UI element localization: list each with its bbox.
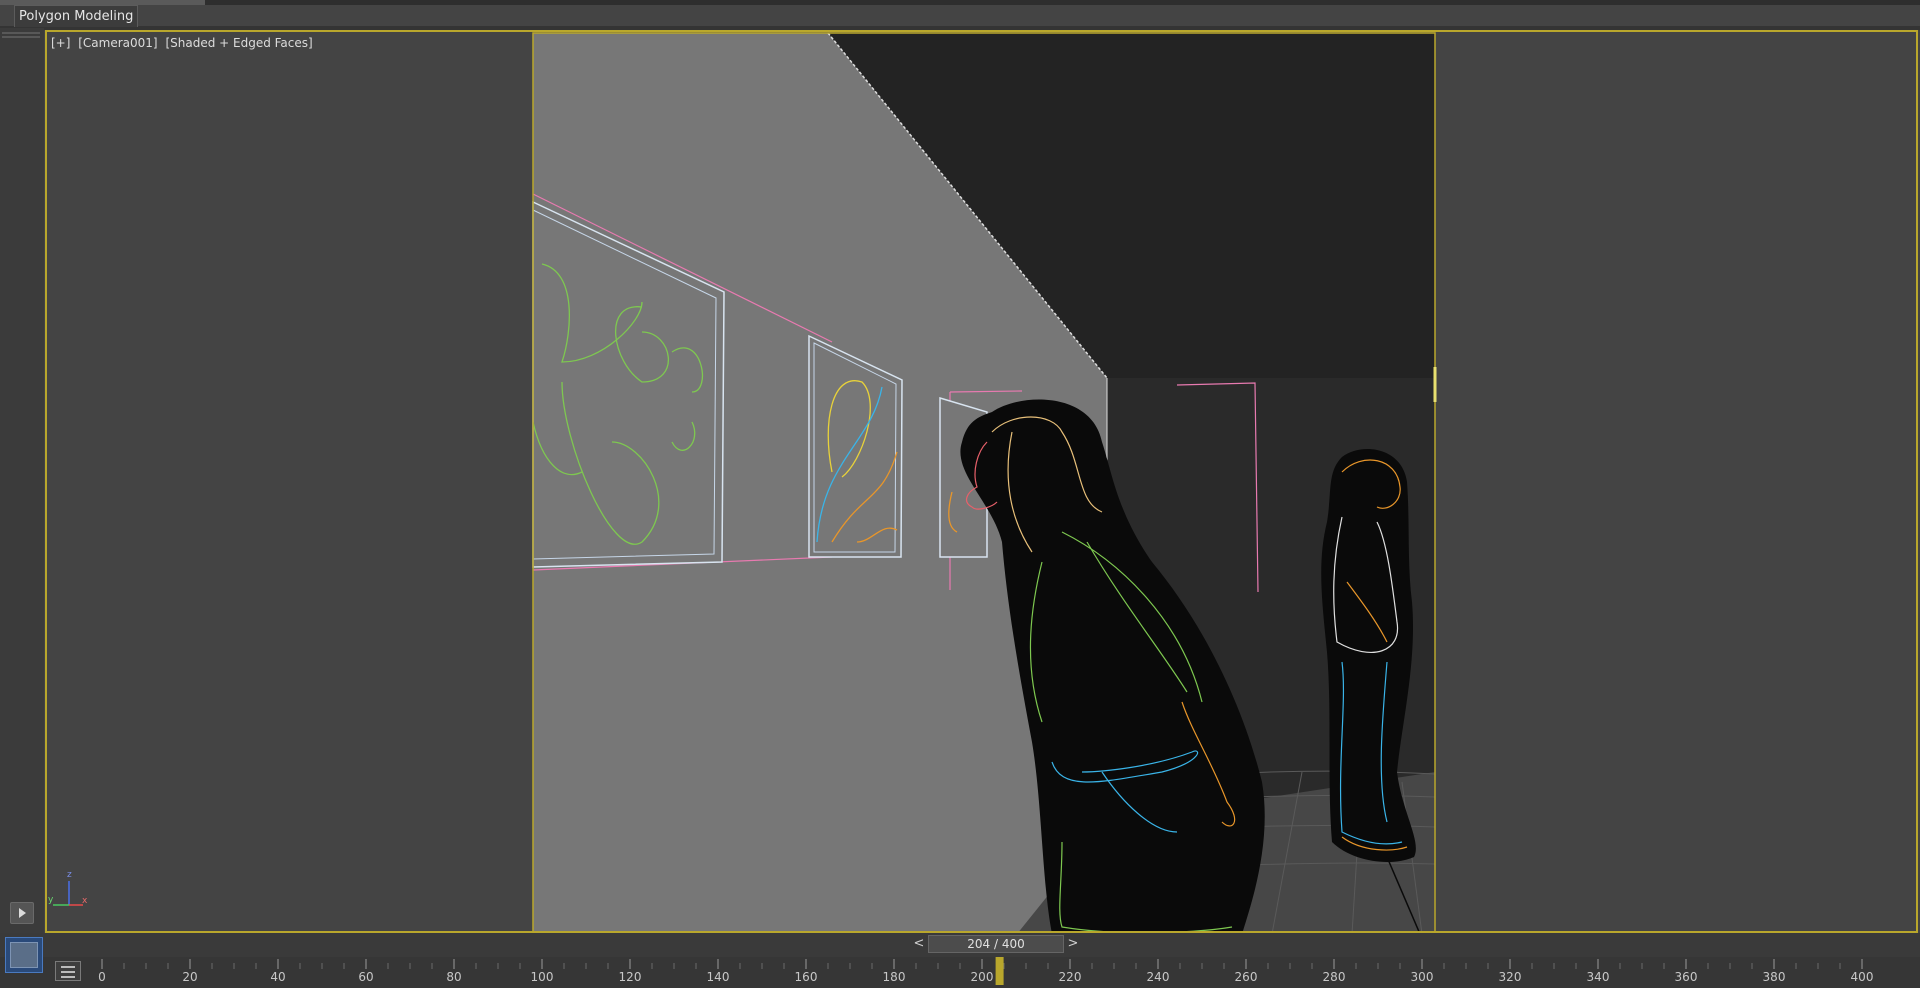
track-tick-label: 260 [1234, 970, 1258, 984]
camera-viewport[interactable]: [+] [Camera001] [Shaded + Edged Faces] z… [45, 30, 1918, 933]
track-tick-label: 300 [1410, 970, 1434, 984]
track-tick-label: 380 [1762, 970, 1786, 984]
y-axis-label: y [48, 895, 54, 905]
track-tick-label: 40 [270, 970, 286, 984]
track-tick-label: 60 [358, 970, 374, 984]
viewport-label[interactable]: [+] [Camera001] [Shaded + Edged Faces] [51, 36, 317, 50]
track-tick-label: 320 [1498, 970, 1522, 984]
next-frame-button[interactable]: > [1064, 935, 1082, 953]
background-woman-figure[interactable] [1321, 449, 1416, 862]
track-tick-label: 220 [1058, 970, 1082, 984]
track-tick-label: 240 [1146, 970, 1170, 984]
track-ruler[interactable] [0, 957, 1920, 988]
ribbon-strip [0, 0, 1920, 5]
play-icon [19, 908, 26, 918]
current-frame-marker[interactable] [995, 957, 1004, 985]
left-toolbar [0, 28, 44, 933]
viewport-play-button[interactable] [10, 902, 34, 924]
toolbar-grip[interactable] [2, 32, 40, 34]
time-slider-row: < 204 / 400 > [0, 933, 1920, 957]
track-tick-label: 400 [1850, 970, 1874, 984]
app-window: Polygon Modeling [+] [Camera001] [Shaded… [0, 0, 1920, 988]
z-axis-label: z [67, 870, 72, 880]
x-axis-label: x [82, 896, 88, 906]
viewport-camera-menu[interactable]: [Camera001] [78, 36, 157, 50]
viewport-plus-menu[interactable]: [+] [51, 36, 70, 50]
track-tick-label: 80 [446, 970, 462, 984]
track-tick-label: 120 [618, 970, 642, 984]
viewport-shading-menu[interactable]: [Shaded + Edged Faces] [165, 36, 312, 50]
time-slider-thumb[interactable]: 204 / 400 [928, 935, 1064, 953]
polygon-modeling-tab[interactable]: Polygon Modeling [14, 5, 139, 27]
track-tick-label: 140 [706, 970, 730, 984]
track-tick-label: 200 [970, 970, 994, 984]
track-tick-label: 180 [882, 970, 906, 984]
track-tick-label: 340 [1586, 970, 1610, 984]
track-tick-label: 160 [794, 970, 818, 984]
track-tick-label: 360 [1674, 970, 1698, 984]
scene-render[interactable] [47, 32, 1916, 931]
track-tick-label: 20 [182, 970, 198, 984]
track-tick-label: 100 [530, 970, 554, 984]
track-tick-label: 280 [1322, 970, 1346, 984]
prev-frame-button[interactable]: < [910, 935, 928, 953]
axis-gizmo: z y x [48, 870, 88, 906]
track-tick-label: 0 [98, 970, 106, 984]
